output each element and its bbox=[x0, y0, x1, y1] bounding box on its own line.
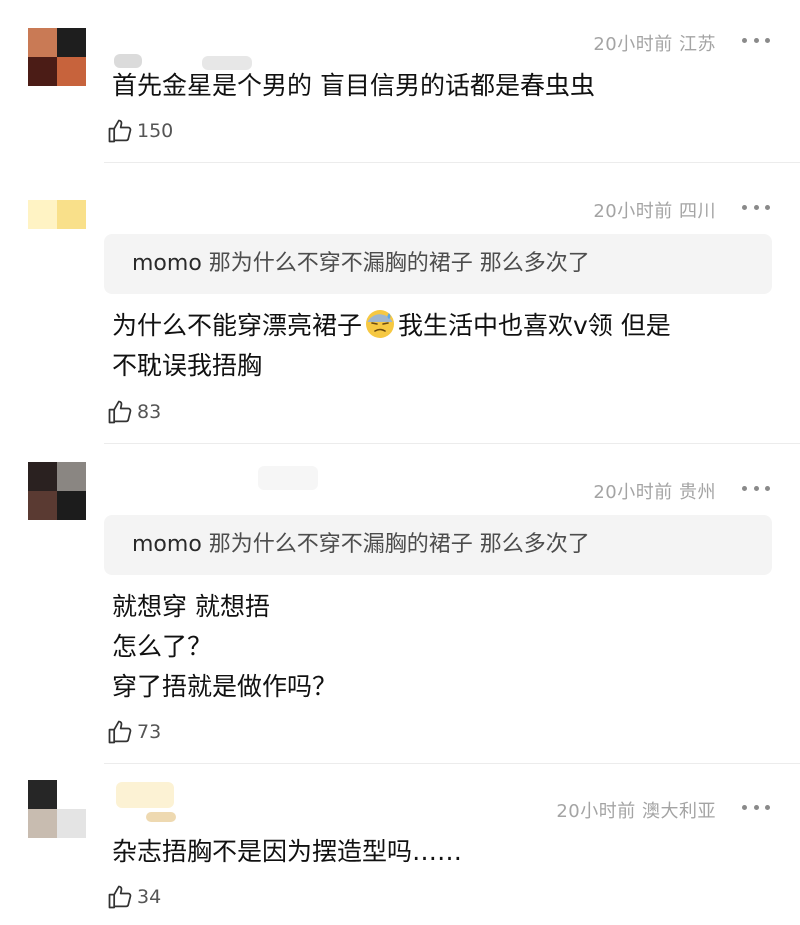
username-blurred bbox=[146, 812, 176, 822]
avatar[interactable] bbox=[28, 28, 86, 86]
avatar[interactable] bbox=[28, 780, 86, 838]
like-count: 150 bbox=[137, 120, 174, 142]
like-count: 73 bbox=[137, 721, 162, 743]
reply-quote-text: 那为什么不穿不漏胸的裙子 那么多次了 bbox=[208, 532, 590, 557]
comment-meta: 20小时前 江苏 bbox=[593, 30, 716, 56]
like-count: 34 bbox=[137, 886, 162, 908]
like-button[interactable]: 150 bbox=[106, 116, 173, 146]
comment-time: 20小时前 bbox=[556, 801, 636, 822]
comment-location: 贵州 bbox=[679, 482, 716, 503]
avatar[interactable] bbox=[28, 462, 86, 520]
thumbs-up-icon bbox=[108, 119, 132, 143]
comment-time: 20小时前 bbox=[593, 201, 673, 222]
thumbs-up-icon bbox=[108, 885, 132, 909]
divider bbox=[104, 162, 800, 163]
divider bbox=[104, 443, 800, 444]
comment-text: 为什么不能穿漂亮裙子 我生活中也喜欢v领 但是 不耽误我捂胸 bbox=[112, 306, 772, 386]
avatar[interactable] bbox=[28, 200, 86, 258]
username-blurred[interactable] bbox=[116, 782, 174, 808]
thumbs-up-icon bbox=[108, 400, 132, 424]
thumbs-up-icon bbox=[108, 720, 132, 744]
comment-location: 四川 bbox=[679, 201, 716, 222]
comment-text: 就想穿 就想捂 怎么了？ 穿了捂就是做作吗？ bbox=[112, 592, 338, 701]
comment-time: 20小时前 bbox=[593, 34, 673, 55]
reply-quote-user[interactable]: momo bbox=[132, 251, 202, 276]
comment-time: 20小时前 bbox=[593, 482, 673, 503]
like-button[interactable]: 83 bbox=[106, 397, 161, 427]
comment-meta: 20小时前 四川 bbox=[593, 197, 716, 223]
comment-location: 澳大利亚 bbox=[642, 801, 716, 822]
like-button[interactable]: 34 bbox=[106, 882, 161, 912]
more-dots-icon[interactable] bbox=[742, 485, 770, 491]
reply-quote[interactable]: momo 那为什么不穿不漏胸的裙子 那么多次了 bbox=[104, 515, 772, 575]
like-count: 83 bbox=[137, 401, 162, 423]
comment-meta: 20小时前 贵州 bbox=[593, 478, 716, 504]
reply-quote-user[interactable]: momo bbox=[132, 532, 202, 557]
more-dots-icon[interactable] bbox=[742, 37, 770, 43]
comment-text: 首先金星是个男的 盲目信男的话都是春虫虫 bbox=[112, 71, 595, 100]
comment-meta: 20小时前 澳大利亚 bbox=[556, 797, 716, 823]
username-blurred[interactable] bbox=[258, 466, 318, 490]
divider bbox=[104, 763, 800, 764]
comment-location: 江苏 bbox=[679, 34, 716, 55]
comment-text: 杂志捂胸不是因为摆造型吗…… bbox=[112, 837, 463, 866]
sweat-face-emoji-icon bbox=[366, 310, 395, 338]
reply-quote-text: 那为什么不穿不漏胸的裙子 那么多次了 bbox=[208, 251, 590, 276]
reply-quote[interactable]: momo 那为什么不穿不漏胸的裙子 那么多次了 bbox=[104, 234, 772, 294]
more-dots-icon[interactable] bbox=[742, 804, 770, 810]
more-dots-icon[interactable] bbox=[742, 204, 770, 210]
like-button[interactable]: 73 bbox=[106, 717, 161, 747]
